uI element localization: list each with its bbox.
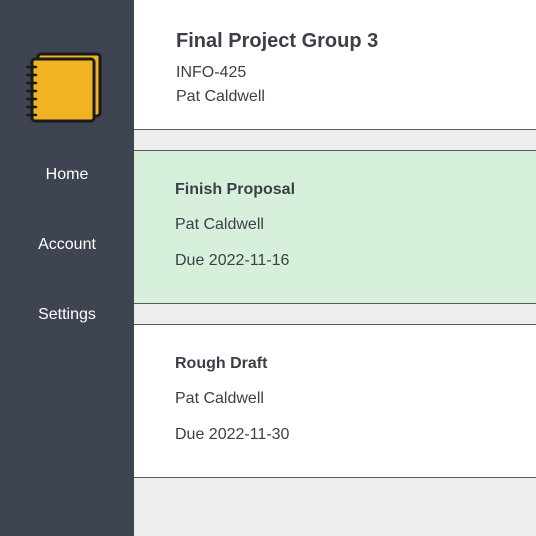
page-title: Final Project Group 3 (176, 30, 379, 52)
sidebar-item-account[interactable]: Account (0, 235, 134, 255)
task-title: Rough Draft (175, 355, 268, 372)
task-due-date: Due 2022-11-16 (175, 252, 290, 269)
course-code: INFO-425 (176, 64, 247, 81)
project-owner: Pat Caldwell (176, 88, 265, 105)
task-title: Finish Proposal (175, 181, 296, 198)
main-content: Final Project Group 3 INFO-425 Pat Caldw… (134, 0, 536, 536)
task-due-date: Due 2022-11-30 (175, 426, 290, 443)
task-card[interactable]: Finish Proposal Pat Caldwell Due 2022-11… (134, 150, 536, 304)
sidebar-item-home[interactable]: Home (0, 165, 134, 185)
task-assignee: Pat Caldwell (175, 390, 264, 407)
project-header: Final Project Group 3 INFO-425 Pat Caldw… (134, 0, 536, 130)
sidebar-item-settings[interactable]: Settings (0, 305, 134, 325)
sidebar: Home Account Settings (0, 0, 134, 536)
task-card[interactable]: Rough Draft Pat Caldwell Due 2022-11-30 (134, 324, 536, 478)
task-assignee: Pat Caldwell (175, 216, 264, 233)
notebook-icon[interactable] (26, 50, 104, 124)
